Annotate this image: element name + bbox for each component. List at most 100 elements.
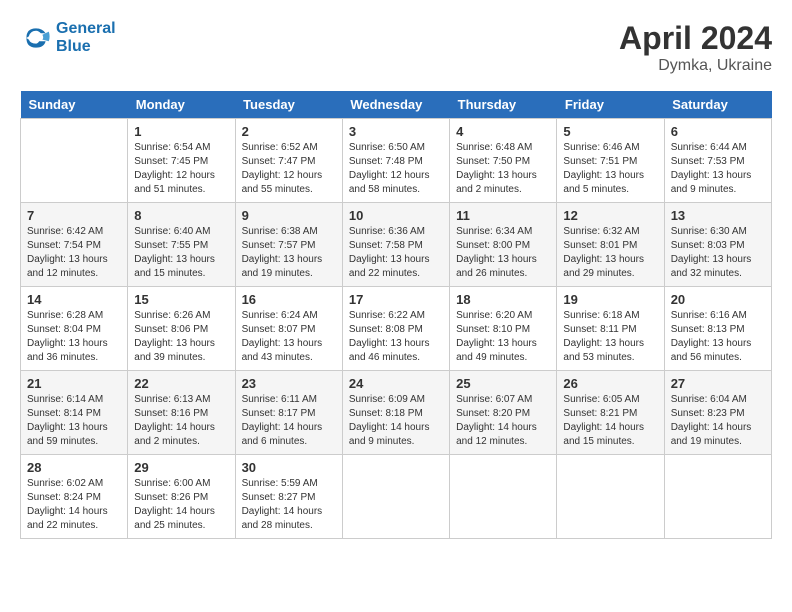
weekday-header-sunday: Sunday — [21, 91, 128, 119]
day-info: Sunrise: 6:24 AMSunset: 8:07 PMDaylight:… — [242, 309, 336, 365]
calendar-cell: 10 Sunrise: 6:36 AMSunset: 7:58 PMDaylig… — [342, 203, 449, 287]
day-info: Sunrise: 6:28 AMSunset: 8:04 PMDaylight:… — [27, 309, 121, 365]
day-number: 27 — [671, 376, 765, 391]
page-header: General Blue April 2024 Dymka, Ukraine — [20, 20, 772, 75]
calendar-cell: 6 Sunrise: 6:44 AMSunset: 7:53 PMDayligh… — [664, 119, 771, 203]
calendar-cell: 20 Sunrise: 6:16 AMSunset: 8:13 PMDaylig… — [664, 287, 771, 371]
day-info: Sunrise: 6:34 AMSunset: 8:00 PMDaylight:… — [456, 225, 550, 281]
weekday-header-tuesday: Tuesday — [235, 91, 342, 119]
day-number: 30 — [242, 460, 336, 475]
day-number: 19 — [563, 292, 657, 307]
calendar-cell: 19 Sunrise: 6:18 AMSunset: 8:11 PMDaylig… — [557, 287, 664, 371]
calendar-week-2: 7 Sunrise: 6:42 AMSunset: 7:54 PMDayligh… — [21, 203, 772, 287]
day-info: Sunrise: 6:36 AMSunset: 7:58 PMDaylight:… — [349, 225, 443, 281]
day-number: 21 — [27, 376, 121, 391]
calendar-cell: 18 Sunrise: 6:20 AMSunset: 8:10 PMDaylig… — [450, 287, 557, 371]
day-number: 26 — [563, 376, 657, 391]
day-info: Sunrise: 6:54 AMSunset: 7:45 PMDaylight:… — [134, 141, 228, 197]
day-number: 22 — [134, 376, 228, 391]
calendar-cell: 23 Sunrise: 6:11 AMSunset: 8:17 PMDaylig… — [235, 371, 342, 455]
day-number: 12 — [563, 208, 657, 223]
day-info: Sunrise: 6:07 AMSunset: 8:20 PMDaylight:… — [456, 393, 550, 449]
day-info: Sunrise: 6:16 AMSunset: 8:13 PMDaylight:… — [671, 309, 765, 365]
calendar-cell: 9 Sunrise: 6:38 AMSunset: 7:57 PMDayligh… — [235, 203, 342, 287]
day-number: 15 — [134, 292, 228, 307]
day-info: Sunrise: 6:40 AMSunset: 7:55 PMDaylight:… — [134, 225, 228, 281]
day-info: Sunrise: 6:22 AMSunset: 8:08 PMDaylight:… — [349, 309, 443, 365]
day-info: Sunrise: 6:14 AMSunset: 8:14 PMDaylight:… — [27, 393, 121, 449]
calendar-cell: 26 Sunrise: 6:05 AMSunset: 8:21 PMDaylig… — [557, 371, 664, 455]
weekday-header-friday: Friday — [557, 91, 664, 119]
weekday-header-monday: Monday — [128, 91, 235, 119]
day-number: 13 — [671, 208, 765, 223]
page-title: April 2024 — [619, 20, 772, 57]
calendar-cell: 14 Sunrise: 6:28 AMSunset: 8:04 PMDaylig… — [21, 287, 128, 371]
day-info: Sunrise: 6:38 AMSunset: 7:57 PMDaylight:… — [242, 225, 336, 281]
day-info: Sunrise: 5:59 AMSunset: 8:27 PMDaylight:… — [242, 477, 336, 533]
calendar-cell: 3 Sunrise: 6:50 AMSunset: 7:48 PMDayligh… — [342, 119, 449, 203]
day-number: 18 — [456, 292, 550, 307]
day-number: 11 — [456, 208, 550, 223]
day-info: Sunrise: 6:02 AMSunset: 8:24 PMDaylight:… — [27, 477, 121, 533]
calendar-cell: 15 Sunrise: 6:26 AMSunset: 8:06 PMDaylig… — [128, 287, 235, 371]
logo: General Blue — [20, 20, 116, 56]
day-number: 20 — [671, 292, 765, 307]
calendar-cell — [21, 119, 128, 203]
day-info: Sunrise: 6:30 AMSunset: 8:03 PMDaylight:… — [671, 225, 765, 281]
day-info: Sunrise: 6:04 AMSunset: 8:23 PMDaylight:… — [671, 393, 765, 449]
day-number: 2 — [242, 124, 336, 139]
calendar-cell: 5 Sunrise: 6:46 AMSunset: 7:51 PMDayligh… — [557, 119, 664, 203]
day-info: Sunrise: 6:32 AMSunset: 8:01 PMDaylight:… — [563, 225, 657, 281]
day-info: Sunrise: 6:00 AMSunset: 8:26 PMDaylight:… — [134, 477, 228, 533]
calendar-cell: 29 Sunrise: 6:00 AMSunset: 8:26 PMDaylig… — [128, 455, 235, 539]
day-number: 1 — [134, 124, 228, 139]
page-subtitle: Dymka, Ukraine — [619, 57, 772, 75]
day-number: 7 — [27, 208, 121, 223]
calendar-cell: 7 Sunrise: 6:42 AMSunset: 7:54 PMDayligh… — [21, 203, 128, 287]
day-number: 24 — [349, 376, 443, 391]
calendar-cell: 11 Sunrise: 6:34 AMSunset: 8:00 PMDaylig… — [450, 203, 557, 287]
calendar-cell: 24 Sunrise: 6:09 AMSunset: 8:18 PMDaylig… — [342, 371, 449, 455]
day-info: Sunrise: 6:26 AMSunset: 8:06 PMDaylight:… — [134, 309, 228, 365]
calendar-cell — [557, 455, 664, 539]
day-number: 8 — [134, 208, 228, 223]
day-number: 28 — [27, 460, 121, 475]
calendar-cell: 21 Sunrise: 6:14 AMSunset: 8:14 PMDaylig… — [21, 371, 128, 455]
day-info: Sunrise: 6:50 AMSunset: 7:48 PMDaylight:… — [349, 141, 443, 197]
calendar-cell — [450, 455, 557, 539]
day-info: Sunrise: 6:44 AMSunset: 7:53 PMDaylight:… — [671, 141, 765, 197]
logo-text: General Blue — [56, 20, 116, 56]
calendar-cell: 27 Sunrise: 6:04 AMSunset: 8:23 PMDaylig… — [664, 371, 771, 455]
calendar-cell: 13 Sunrise: 6:30 AMSunset: 8:03 PMDaylig… — [664, 203, 771, 287]
day-info: Sunrise: 6:46 AMSunset: 7:51 PMDaylight:… — [563, 141, 657, 197]
day-number: 16 — [242, 292, 336, 307]
day-number: 29 — [134, 460, 228, 475]
calendar-table: SundayMondayTuesdayWednesdayThursdayFrid… — [20, 91, 772, 539]
day-info: Sunrise: 6:20 AMSunset: 8:10 PMDaylight:… — [456, 309, 550, 365]
day-number: 10 — [349, 208, 443, 223]
calendar-week-3: 14 Sunrise: 6:28 AMSunset: 8:04 PMDaylig… — [21, 287, 772, 371]
weekday-header-row: SundayMondayTuesdayWednesdayThursdayFrid… — [21, 91, 772, 119]
calendar-cell: 28 Sunrise: 6:02 AMSunset: 8:24 PMDaylig… — [21, 455, 128, 539]
day-info: Sunrise: 6:05 AMSunset: 8:21 PMDaylight:… — [563, 393, 657, 449]
weekday-header-wednesday: Wednesday — [342, 91, 449, 119]
day-number: 4 — [456, 124, 550, 139]
calendar-week-5: 28 Sunrise: 6:02 AMSunset: 8:24 PMDaylig… — [21, 455, 772, 539]
calendar-cell: 2 Sunrise: 6:52 AMSunset: 7:47 PMDayligh… — [235, 119, 342, 203]
calendar-week-4: 21 Sunrise: 6:14 AMSunset: 8:14 PMDaylig… — [21, 371, 772, 455]
day-info: Sunrise: 6:48 AMSunset: 7:50 PMDaylight:… — [456, 141, 550, 197]
day-number: 5 — [563, 124, 657, 139]
title-block: April 2024 Dymka, Ukraine — [619, 20, 772, 75]
day-info: Sunrise: 6:42 AMSunset: 7:54 PMDaylight:… — [27, 225, 121, 281]
calendar-cell — [342, 455, 449, 539]
weekday-header-thursday: Thursday — [450, 91, 557, 119]
calendar-cell: 1 Sunrise: 6:54 AMSunset: 7:45 PMDayligh… — [128, 119, 235, 203]
calendar-cell: 17 Sunrise: 6:22 AMSunset: 8:08 PMDaylig… — [342, 287, 449, 371]
day-info: Sunrise: 6:11 AMSunset: 8:17 PMDaylight:… — [242, 393, 336, 449]
day-number: 17 — [349, 292, 443, 307]
calendar-cell: 16 Sunrise: 6:24 AMSunset: 8:07 PMDaylig… — [235, 287, 342, 371]
day-number: 6 — [671, 124, 765, 139]
day-number: 23 — [242, 376, 336, 391]
day-number: 9 — [242, 208, 336, 223]
calendar-cell: 22 Sunrise: 6:13 AMSunset: 8:16 PMDaylig… — [128, 371, 235, 455]
